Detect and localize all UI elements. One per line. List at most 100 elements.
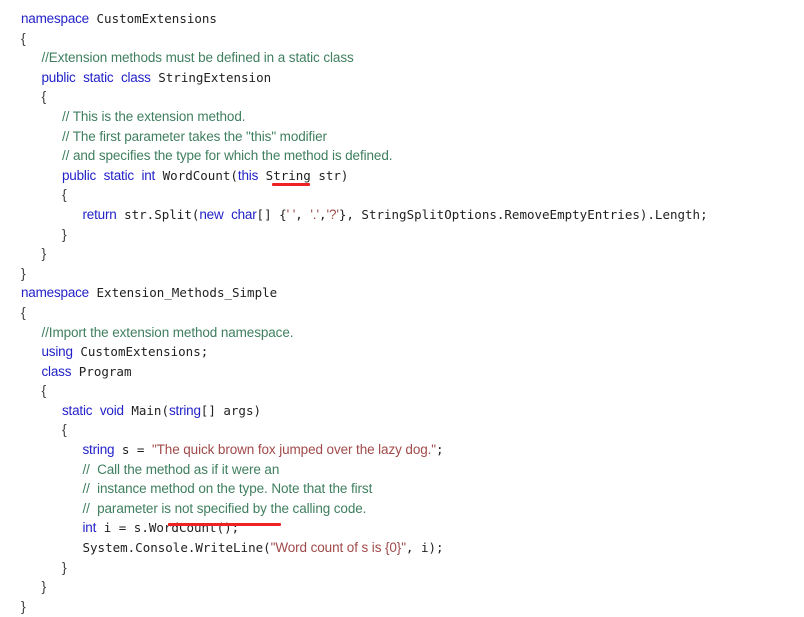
code-token-kw: char (231, 206, 257, 222)
code-line: { (0, 420, 804, 440)
code-line: } (0, 225, 804, 245)
code-token-id: [] { (256, 206, 287, 222)
code-token-kw: public (41, 69, 76, 85)
code-token-id: StringExtension (158, 69, 272, 85)
code-token-kw: void (99, 402, 124, 418)
code-token-br: { (62, 186, 67, 203)
this-keyword-underline-annotation (272, 183, 310, 186)
code-line: //Extension methods must be defined in a… (0, 48, 804, 68)
code-token-st: '?' (326, 206, 339, 222)
code-token-br: } (21, 264, 26, 281)
code-token-id: Program (78, 363, 132, 379)
code-token-kw: string (82, 442, 115, 458)
code-line: } (0, 244, 804, 264)
code-token-id: System.Console.WriteLine( (82, 540, 271, 556)
code-token-br: { (21, 303, 26, 320)
code-line: { (0, 185, 804, 205)
code-line: { (0, 87, 804, 107)
code-token-st: "The quick brown fox jumped over the laz… (151, 442, 436, 458)
code-line: // instance method on the type. Note tha… (0, 479, 804, 499)
code-token-pn (258, 168, 266, 183)
wordcount-call-underline-annotation (168, 523, 281, 526)
code-line: { (0, 303, 804, 323)
code-line: } (0, 558, 804, 578)
code-token-br: } (41, 245, 47, 262)
code-line: { (0, 29, 804, 49)
code-token-st: "Word count of s is {0}" (270, 540, 406, 556)
code-token-id: , i); (405, 540, 444, 556)
code-line: namespace Extension_Methods_Simple (0, 283, 804, 303)
code-line: namespace CustomExtensions (0, 9, 804, 29)
code-line: // Call the method as if it were an (0, 460, 804, 480)
code-line: } (0, 597, 804, 617)
code-line: using CustomExtensions; (0, 342, 804, 362)
code-token-id: Main( (131, 402, 169, 418)
code-token-kw: using (41, 344, 73, 360)
code-line: // This is the extension method. (0, 107, 804, 127)
code-token-id: [] args) (200, 402, 262, 418)
code-token-id: CustomExtensions; (80, 344, 209, 360)
code-token-kw: new (199, 206, 224, 222)
code-token-br: } (62, 225, 67, 242)
code-token-cm: // instance method on the type. Note tha… (82, 481, 373, 497)
code-token-kw: class (41, 363, 72, 379)
code-line: System.Console.WriteLine("Word count of … (0, 538, 804, 558)
code-token-br: { (41, 382, 47, 399)
code-token-id: CustomExtensions (96, 11, 217, 26)
code-token-pn (155, 168, 163, 183)
code-token-br: { (62, 421, 67, 438)
code-token-st: '.' (310, 206, 319, 222)
code-token-kw: static (62, 402, 93, 418)
code-line: class Program (0, 362, 804, 382)
code-token-br: } (62, 558, 67, 575)
code-line: // The first parameter takes the "this" … (0, 127, 804, 147)
code-token-kw: namespace (21, 285, 89, 301)
code-line: static void Main(string[] args) (0, 401, 804, 421)
code-token-br: } (21, 597, 26, 614)
code-line: { (0, 381, 804, 401)
code-token-kw: class (120, 69, 151, 85)
code-token-br: } (41, 578, 47, 595)
code-token-cm: // The first parameter takes the "this" … (62, 128, 327, 144)
code-token-id: String str) (265, 167, 349, 183)
code-token-kw: static (103, 167, 135, 183)
code-line: // parameter is not specified by the cal… (0, 499, 804, 519)
code-token-cm: // Call the method as if it were an (82, 461, 280, 477)
code-token-id: str.Split( (124, 206, 200, 222)
code-line: public static int WordCount(this String … (0, 166, 804, 186)
code-token-kw: public (62, 167, 97, 183)
code-token-pn (76, 70, 84, 85)
code-listing: namespace CustomExtensions{//Extension m… (0, 9, 804, 614)
code-token-id: }, StringSplitOptions.RemoveEmptyEntries… (338, 206, 708, 222)
code-token-kw: int (141, 167, 156, 183)
code-token-id: ; (436, 442, 444, 458)
code-token-id: s = (121, 442, 152, 458)
code-token-id: , (295, 206, 311, 222)
code-line: int i = s.WordCount(); (0, 518, 804, 538)
code-lines-container: namespace CustomExtensions{//Extension m… (0, 9, 804, 616)
code-token-cm: // and specifies the type for which the … (62, 148, 393, 164)
code-token-kw: this (237, 167, 259, 183)
code-token-br: { (41, 88, 47, 105)
code-token-cm: //Extension methods must be defined in a… (41, 50, 354, 66)
code-token-kw: namespace (21, 11, 89, 26)
code-token-st: ' ' (286, 206, 296, 222)
code-line: string s = "The quick brown fox jumped o… (0, 440, 804, 460)
code-token-pn (114, 442, 122, 457)
code-line: // and specifies the type for which the … (0, 146, 804, 166)
code-line: } (0, 264, 804, 284)
code-token-br: { (21, 29, 26, 46)
code-token-pn (96, 520, 104, 535)
code-token-pn (89, 11, 97, 26)
code-token-pn (71, 364, 79, 379)
code-token-pn (224, 207, 232, 222)
code-token-cm: // parameter is not specified by the cal… (82, 500, 367, 516)
code-token-id: Extension_Methods_Simple (96, 285, 278, 301)
code-token-pn (92, 403, 100, 418)
code-token-kw: return (82, 206, 117, 222)
code-token-kw: int (82, 520, 97, 536)
code-line: public static class StringExtension (0, 68, 804, 88)
code-token-kw: static (83, 69, 114, 85)
code-line: return str.Split(new char[] {' ', '.','?… (0, 205, 804, 225)
code-token-id: WordCount( (162, 167, 238, 183)
